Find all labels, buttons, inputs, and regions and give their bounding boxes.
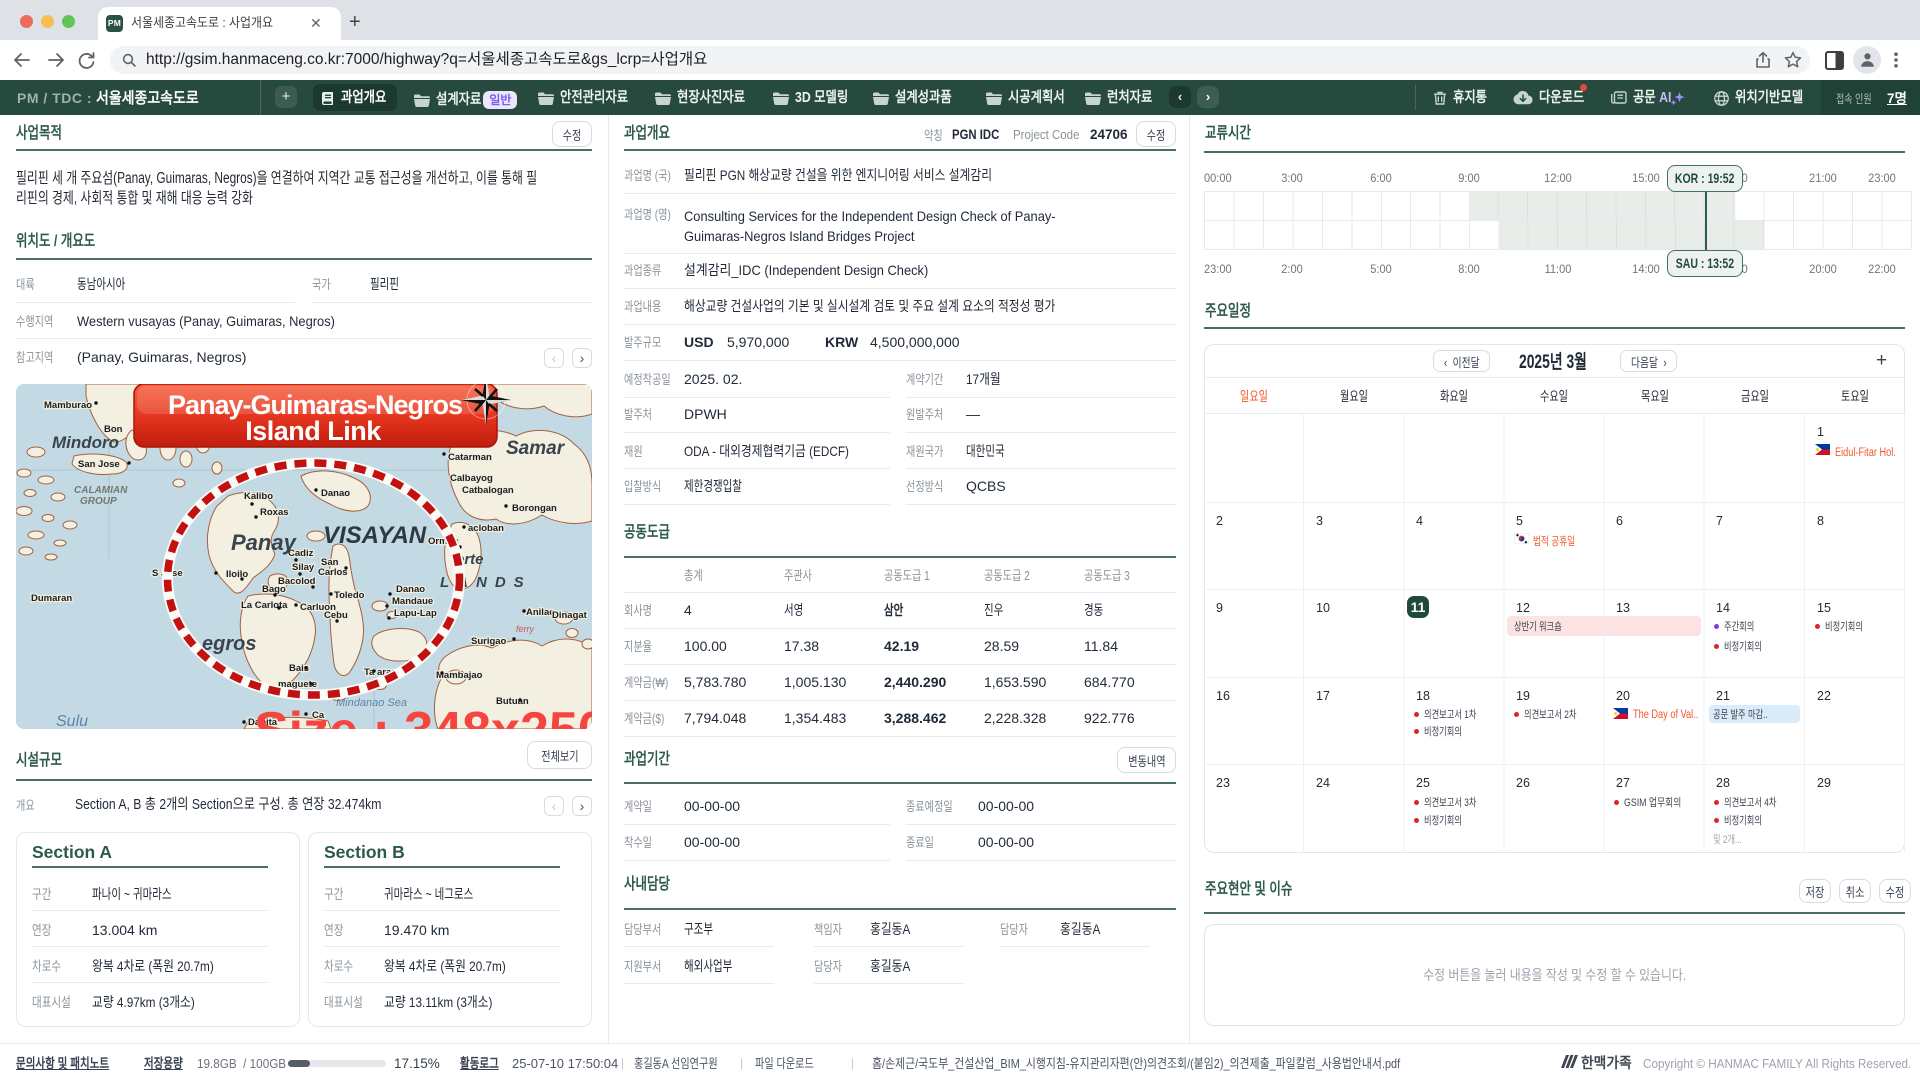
svg-text:Lapu-Lap: Lapu-Lap <box>394 608 437 619</box>
svg-text:Catbalogan: Catbalogan <box>462 485 514 496</box>
svg-text:Mindoro: Mindoro <box>52 433 119 452</box>
svg-text:ferry: ferry <box>516 624 535 634</box>
svg-text:Island Link: Island Link <box>245 416 382 446</box>
svg-text:Sulu: Sulu <box>56 713 88 729</box>
svg-text:Surigao: Surigao <box>471 636 507 647</box>
svg-text:Panay: Panay <box>231 530 298 555</box>
svg-text:Anilao: Anilao <box>526 607 555 618</box>
svg-text:Roxas: Roxas <box>260 507 289 518</box>
svg-text:CALAMIAN: CALAMIAN <box>74 485 128 496</box>
svg-text:Dumaran: Dumaran <box>31 593 72 604</box>
svg-text:Calbayog: Calbayog <box>450 473 493 484</box>
svg-text:Catarman: Catarman <box>448 452 492 463</box>
svg-text:La Carlota: La Carlota <box>241 600 288 611</box>
svg-text:acloban: acloban <box>468 523 504 534</box>
svg-text:San Jose: San Jose <box>78 459 120 470</box>
svg-text:Cebu: Cebu <box>324 610 348 621</box>
svg-text:Bacolod: Bacolod <box>278 576 316 587</box>
svg-text:Kalibo: Kalibo <box>244 491 273 502</box>
svg-text:Mamburao: Mamburao <box>44 400 92 411</box>
svg-text:egros: egros <box>202 633 256 655</box>
svg-text:Silay: Silay <box>292 562 315 573</box>
svg-text:Toledo: Toledo <box>334 590 365 601</box>
svg-text:Carlos: Carlos <box>318 567 348 578</box>
svg-text:GROUP: GROUP <box>80 496 117 507</box>
svg-text:VISAYAN: VISAYAN <box>323 522 427 549</box>
svg-text:Danao: Danao <box>396 584 425 595</box>
svg-text:Borongan: Borongan <box>512 503 557 514</box>
svg-text:Iloilo: Iloilo <box>226 569 248 580</box>
svg-text:Dinagat: Dinagat <box>552 610 588 621</box>
svg-text:Mandaue: Mandaue <box>392 596 433 607</box>
svg-text:Danao: Danao <box>321 488 350 499</box>
svg-text:Samar: Samar <box>506 438 566 459</box>
